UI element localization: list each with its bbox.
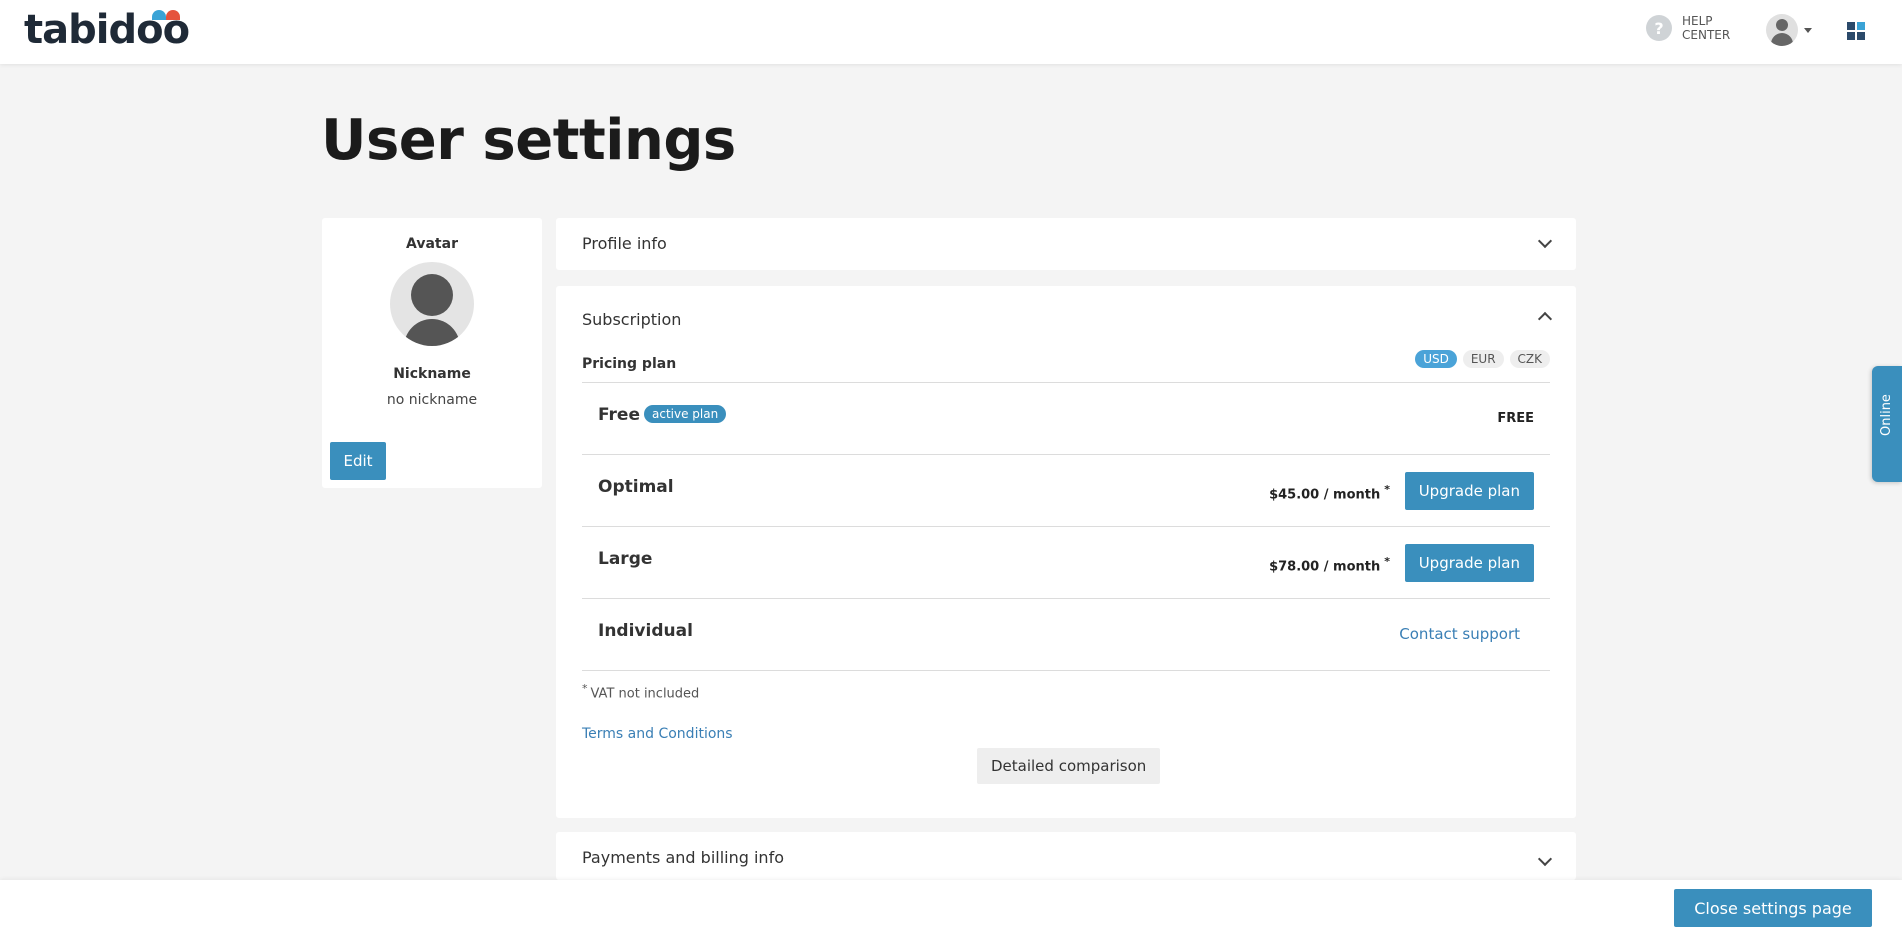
terms-and-conditions-link[interactable]: Terms and Conditions (582, 726, 733, 742)
plan-name: Free (598, 405, 640, 425)
contact-support-link[interactable]: Contact support (1399, 625, 1520, 643)
close-settings-button[interactable]: Close settings page (1674, 889, 1872, 927)
currency-switch: USD EUR CZK (1415, 350, 1550, 368)
payments-billing-section[interactable]: Payments and billing info (556, 832, 1576, 880)
nickname-value: no nickname (386, 392, 478, 408)
plan-price: FREE (1497, 411, 1534, 426)
subscription-title[interactable]: Subscription (582, 310, 681, 329)
plan-row-optimal: Optimal $45.00 / month * Upgrade plan (582, 455, 1550, 527)
avatar-image-icon[interactable] (390, 262, 474, 346)
upgrade-plan-button[interactable]: Upgrade plan (1404, 544, 1534, 582)
plan-row-individual: Individual Contact support (582, 599, 1550, 671)
page-title: User settings (321, 108, 736, 173)
plan-price: $45.00 / month * (1269, 483, 1390, 503)
caret-down-icon (1804, 27, 1812, 33)
plans-list: Free active plan FREE Optimal $45.00 / m… (582, 382, 1550, 671)
apps-grid-icon[interactable] (1847, 22, 1865, 40)
nickname-label: Nickname (393, 366, 471, 382)
chevron-down-icon[interactable] (1537, 851, 1553, 867)
help-center-button[interactable]: ? HELP CENTER (1646, 14, 1742, 42)
active-plan-badge: active plan (644, 405, 727, 423)
pricing-plan-label: Pricing plan (582, 356, 677, 372)
online-label: Online (1879, 394, 1894, 436)
plan-name: Large (598, 549, 653, 569)
currency-czk[interactable]: CZK (1509, 350, 1550, 368)
avatar-card: Avatar Nickname no nickname Edit (322, 218, 542, 488)
help-center-label: HELP CENTER (1682, 14, 1731, 42)
user-menu-button[interactable] (1766, 14, 1812, 46)
currency-eur[interactable]: EUR (1462, 350, 1504, 368)
question-mark-icon: ? (1646, 15, 1672, 41)
logo-drop-blue-icon (152, 10, 166, 20)
subscription-section: Subscription Pricing plan USD EUR CZK Fr… (556, 286, 1576, 818)
edit-button[interactable]: Edit (330, 442, 386, 480)
profile-info-section[interactable]: Profile info (556, 218, 1576, 270)
plan-price: $78.00 / month * (1269, 555, 1390, 575)
detailed-comparison-button[interactable]: Detailed comparison (977, 748, 1161, 784)
online-status-tab[interactable]: Online (1872, 366, 1902, 482)
vat-note: * VAT not included (582, 682, 700, 702)
payments-billing-title: Payments and billing info (582, 848, 784, 867)
chevron-down-icon[interactable] (1537, 233, 1553, 249)
avatar-label: Avatar (406, 236, 458, 252)
plan-name: Optimal (598, 477, 674, 497)
bottom-bar: Close settings page (0, 880, 1902, 932)
plan-row-free: Free active plan FREE (582, 383, 1550, 455)
user-avatar-icon (1766, 14, 1798, 46)
plan-row-large: Large $78.00 / month * Upgrade plan (582, 527, 1550, 599)
profile-info-title: Profile info (582, 234, 667, 253)
plan-name: Individual (598, 621, 693, 641)
top-bar: tabidoo ? HELP CENTER (0, 0, 1902, 64)
chevron-up-icon[interactable] (1537, 311, 1553, 327)
currency-usd[interactable]: USD (1415, 350, 1457, 368)
logo-drop-red-icon (166, 10, 180, 20)
upgrade-plan-button[interactable]: Upgrade plan (1404, 472, 1534, 510)
